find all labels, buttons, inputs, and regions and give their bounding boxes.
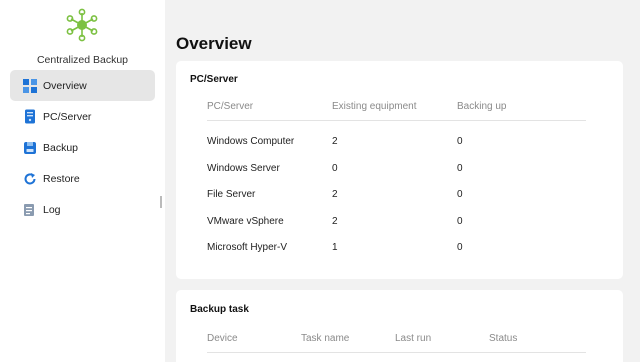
page-title: Overview (176, 34, 252, 53)
main-content: Overview PC/Server PC/Server Existing eq… (165, 0, 640, 362)
column-header-task-name: Task name (301, 333, 350, 344)
sidebar-item-restore[interactable]: Restore (10, 163, 155, 194)
existing-count-cell: 1 (332, 242, 338, 253)
pc-server-card: PC/Server PC/Server Existing equipment B… (176, 61, 623, 279)
backing-up-count-cell: 0 (457, 189, 463, 200)
existing-count-cell: 2 (332, 136, 338, 147)
table-row[interactable]: Windows Server 0 0 (207, 155, 586, 182)
backup-task-card: Backup task Device Task name Last run St… (176, 290, 623, 362)
backing-up-count-cell: 0 (457, 162, 463, 174)
column-header-last-run: Last run (395, 333, 432, 344)
table-body: Windows Computer 2 0 Windows Server 0 0 … (207, 128, 586, 261)
backing-up-count-cell: 0 (457, 136, 463, 147)
device-type-cell: Windows Computer (207, 136, 295, 147)
existing-count-cell: 0 (332, 162, 338, 174)
device-type-cell: Windows Server (207, 162, 280, 174)
sidebar-item-label: Overview (43, 79, 87, 92)
device-type-cell: VMware vSphere (207, 215, 284, 227)
sidebar-item-label: Log (43, 203, 61, 216)
sidebar-item-label: Restore (43, 172, 80, 185)
sidebar-item-label: PC/Server (43, 110, 92, 123)
restore-icon (22, 171, 37, 186)
app-logo-icon (66, 8, 98, 42)
device-type-cell: File Server (207, 189, 256, 200)
column-header-pc-server: PC/Server (207, 101, 254, 112)
table-row[interactable]: File Server 2 0 (207, 181, 586, 208)
backup-icon (22, 140, 37, 155)
column-header-status: Status (489, 333, 518, 344)
sidebar-nav: Overview PC/Server Backup Restore Log (10, 70, 155, 225)
existing-count-cell: 2 (332, 189, 338, 200)
table-header: Device Task name Last run Status (207, 329, 586, 353)
sidebar: Centralized Backup Overview PC/Server Ba… (0, 0, 165, 362)
log-icon (22, 202, 37, 217)
sidebar-item-pc-server[interactable]: PC/Server (10, 101, 155, 132)
sidebar-item-log[interactable]: Log (10, 194, 155, 225)
column-header-backing-up: Backing up (457, 101, 507, 112)
column-header-existing-equipment: Existing equipment (332, 101, 417, 112)
sidebar-item-label: Backup (43, 141, 79, 154)
card-title: Backup task (190, 304, 249, 315)
pc-server-icon (22, 109, 37, 124)
app-title: Centralized Backup (36, 54, 129, 66)
table-row[interactable]: Microsoft Hyper-V 1 0 (207, 234, 586, 261)
existing-count-cell: 2 (332, 215, 338, 227)
backing-up-count-cell: 0 (457, 215, 463, 227)
table-header: PC/Server Existing equipment Backing up (207, 97, 586, 121)
sidebar-resize-handle[interactable] (160, 196, 162, 208)
backing-up-count-cell: 0 (457, 242, 463, 253)
device-type-cell: Microsoft Hyper-V (207, 242, 288, 253)
table-row[interactable]: Windows Computer 2 0 (207, 128, 586, 155)
overview-icon (22, 78, 37, 93)
table-row[interactable]: VMware vSphere 2 0 (207, 208, 586, 235)
sidebar-item-overview[interactable]: Overview (10, 70, 155, 101)
column-header-device: Device (207, 333, 238, 344)
sidebar-item-backup[interactable]: Backup (10, 132, 155, 163)
card-title: PC/Server (190, 74, 238, 85)
